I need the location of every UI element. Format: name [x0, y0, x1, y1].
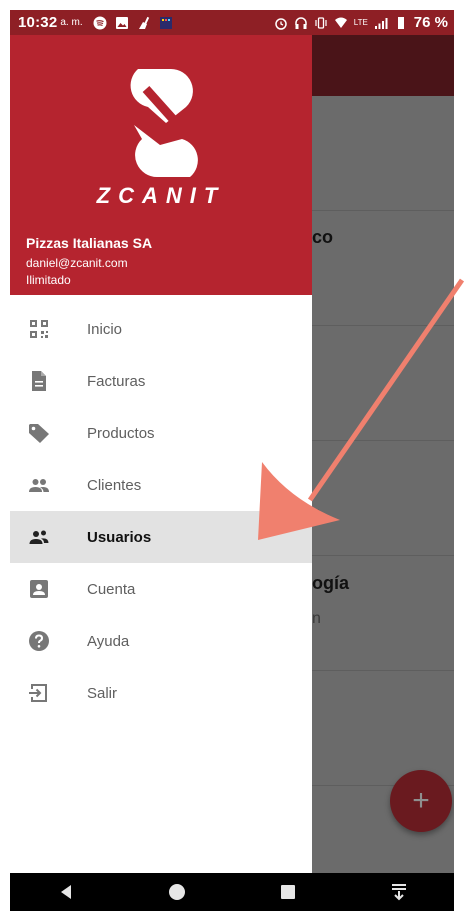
qr-code-icon — [30, 320, 48, 338]
background-divider — [312, 210, 454, 211]
drawer-header: ZCANIT Pizzas Italianas SA daniel@zcanit… — [10, 35, 312, 295]
menu-item-productos[interactable]: Productos — [10, 407, 312, 459]
back-triangle-icon — [60, 885, 71, 899]
menu-item-label: Clientes — [87, 476, 142, 494]
menu-item-salir[interactable]: Salir — [10, 667, 312, 719]
menu-item-label: Salir — [87, 684, 118, 702]
background-divider — [312, 440, 454, 441]
system-navigation-bar — [10, 873, 454, 911]
battery-icon — [397, 16, 404, 29]
menu-item-label: Facturas — [87, 372, 146, 390]
menu-item-clientes[interactable]: Clientes — [10, 459, 312, 511]
vibrate-icon — [315, 16, 327, 29]
headphones-icon — [294, 16, 307, 29]
zcanit-logo — [130, 68, 198, 178]
background-item-title: ogía — [312, 573, 350, 593]
signal-icon — [374, 17, 388, 29]
menu-item-label: Productos — [87, 424, 155, 442]
plan-label: Ilimitado — [26, 273, 71, 287]
home-circle-icon — [168, 884, 185, 900]
exit-icon — [29, 684, 47, 702]
background-item-title: co — [312, 227, 334, 247]
add-fab-button[interactable]: + — [390, 770, 452, 832]
drawer-menu: Inicio Facturas Productos Clientes Usuar… — [10, 303, 312, 719]
users-icon — [29, 530, 49, 544]
document-icon — [32, 371, 46, 391]
network-type: LTE — [353, 18, 368, 27]
account-box-icon — [30, 580, 48, 598]
home-button[interactable] — [167, 882, 187, 902]
menu-item-label: Ayuda — [87, 632, 130, 650]
navigation-drawer: ZCANIT Pizzas Italianas SA daniel@zcanit… — [10, 35, 312, 873]
background-item-subtitle: n — [312, 505, 321, 522]
menu-item-inicio[interactable]: Inicio — [10, 303, 312, 355]
help-icon — [29, 631, 49, 651]
status-bar: 10:32 a. m. LTE 76 % — [10, 10, 454, 35]
people-icon — [29, 479, 49, 492]
app-notification-icon — [159, 16, 172, 29]
menu-item-usuarios[interactable]: Usuarios — [10, 511, 312, 563]
status-time: 10:32 — [18, 14, 58, 31]
gallery-icon — [115, 16, 128, 29]
status-ampm: a. m. — [60, 17, 83, 28]
cleaner-icon — [138, 16, 149, 29]
back-button[interactable] — [56, 882, 76, 902]
background-item-subtitle: n — [312, 610, 321, 627]
alarm-icon — [274, 17, 287, 30]
menu-item-label: Inicio — [87, 320, 123, 338]
menu-item-cuenta[interactable]: Cuenta — [10, 563, 312, 615]
battery-level: 76 % — [413, 14, 448, 31]
background-divider — [312, 325, 454, 326]
company-name: Pizzas Italianas SA — [26, 235, 153, 251]
user-email: daniel@zcanit.com — [26, 256, 128, 270]
menu-item-label: Usuarios — [87, 528, 152, 546]
menu-item-label: Cuenta — [87, 580, 136, 598]
menu-item-ayuda[interactable]: Ayuda — [10, 615, 312, 667]
background-divider — [312, 670, 454, 671]
spotify-icon — [93, 16, 107, 29]
brand-name: ZCANIT — [96, 183, 226, 208]
background-divider — [312, 555, 454, 556]
pulldown-icon — [391, 884, 406, 901]
menu-item-facturas[interactable]: Facturas — [10, 355, 312, 407]
recents-button[interactable] — [278, 882, 298, 902]
tag-icon — [29, 424, 49, 443]
notifications-pulldown-button[interactable] — [389, 882, 409, 902]
wifi-icon — [334, 17, 347, 28]
device-screen: 10:32 a. m. LTE 76 % co n ogía n + ZCANI… — [10, 10, 454, 911]
recents-square-icon — [280, 885, 295, 899]
